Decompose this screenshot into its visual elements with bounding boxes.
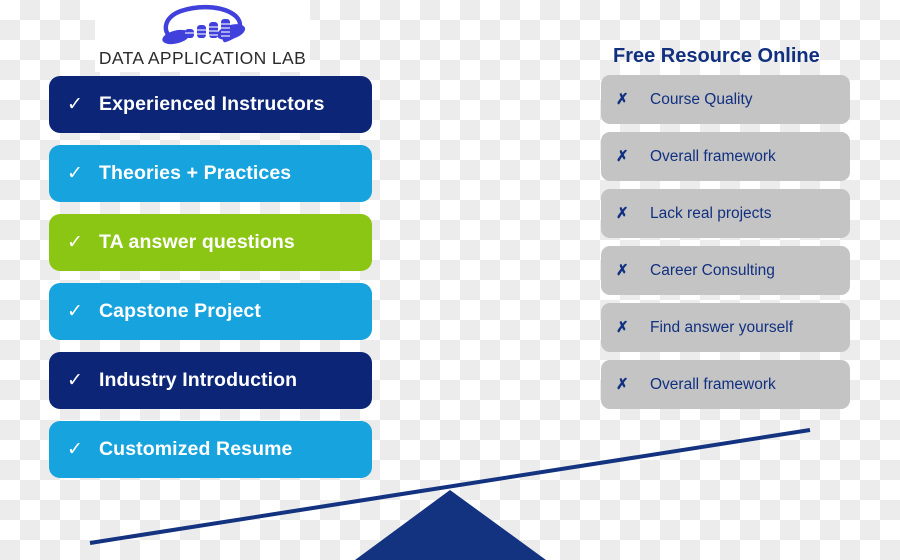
cross-icon: ✗ bbox=[616, 376, 629, 393]
check-icon: ✓ bbox=[67, 439, 83, 460]
advantage-item-2[interactable]: ✓ TA answer questions bbox=[49, 214, 372, 271]
advantage-item-4[interactable]: ✓ Industry Introduction bbox=[49, 352, 372, 409]
drawback-item-3[interactable]: ✗ Career Consulting bbox=[601, 246, 850, 295]
brand-wordmark: DATA APPLICATION LAB bbox=[98, 48, 307, 68]
drawback-label: Overall framework bbox=[650, 375, 776, 393]
advantage-label: Theories + Practices bbox=[99, 162, 292, 184]
advantage-label: Experienced Instructors bbox=[99, 93, 325, 115]
drawback-item-1[interactable]: ✗ Overall framework bbox=[601, 132, 850, 181]
drawback-item-5[interactable]: ✗ Overall framework bbox=[601, 360, 850, 409]
drawbacks-list: ✗ Course Quality ✗ Overall framework ✗ L… bbox=[601, 75, 850, 417]
cross-icon: ✗ bbox=[616, 91, 629, 108]
database-swoosh-logo-icon bbox=[155, 4, 250, 46]
check-icon: ✓ bbox=[67, 94, 83, 115]
check-icon: ✓ bbox=[67, 370, 83, 391]
cross-icon: ✗ bbox=[616, 262, 629, 279]
advantage-item-1[interactable]: ✓ Theories + Practices bbox=[49, 145, 372, 202]
advantage-item-5[interactable]: ✓ Customized Resume bbox=[49, 421, 372, 478]
infographic-canvas: DATA APPLICATION LAB ✓ Experienced Instr… bbox=[0, 0, 900, 560]
advantage-label: Customized Resume bbox=[99, 438, 293, 460]
cross-icon: ✗ bbox=[616, 205, 629, 222]
check-icon: ✓ bbox=[67, 301, 83, 322]
advantage-label: Industry Introduction bbox=[99, 369, 298, 391]
drawback-item-0[interactable]: ✗ Course Quality bbox=[601, 75, 850, 124]
drawback-label: Overall framework bbox=[650, 147, 776, 165]
free-resource-heading: Free Resource Online bbox=[613, 45, 820, 67]
check-icon: ✓ bbox=[67, 232, 83, 253]
drawback-label: Lack real projects bbox=[650, 204, 772, 222]
advantage-item-3[interactable]: ✓ Capstone Project bbox=[49, 283, 372, 340]
brand-logo-plate: DATA APPLICATION LAB bbox=[95, 0, 310, 72]
cross-icon: ✗ bbox=[616, 319, 629, 336]
balance-fulcrum-triangle-icon bbox=[355, 490, 546, 560]
drawback-label: Career Consulting bbox=[650, 261, 775, 279]
drawback-label: Find answer yourself bbox=[650, 318, 794, 336]
advantage-label: Capstone Project bbox=[99, 300, 261, 322]
advantages-list: ✓ Experienced Instructors ✓ Theories + P… bbox=[49, 76, 372, 490]
advantage-item-0[interactable]: ✓ Experienced Instructors bbox=[49, 76, 372, 133]
cross-icon: ✗ bbox=[616, 148, 629, 165]
drawback-label: Course Quality bbox=[650, 90, 753, 108]
drawback-item-2[interactable]: ✗ Lack real projects bbox=[601, 189, 850, 238]
drawback-item-4[interactable]: ✗ Find answer yourself bbox=[601, 303, 850, 352]
advantage-label: TA answer questions bbox=[99, 231, 295, 253]
check-icon: ✓ bbox=[67, 163, 83, 184]
